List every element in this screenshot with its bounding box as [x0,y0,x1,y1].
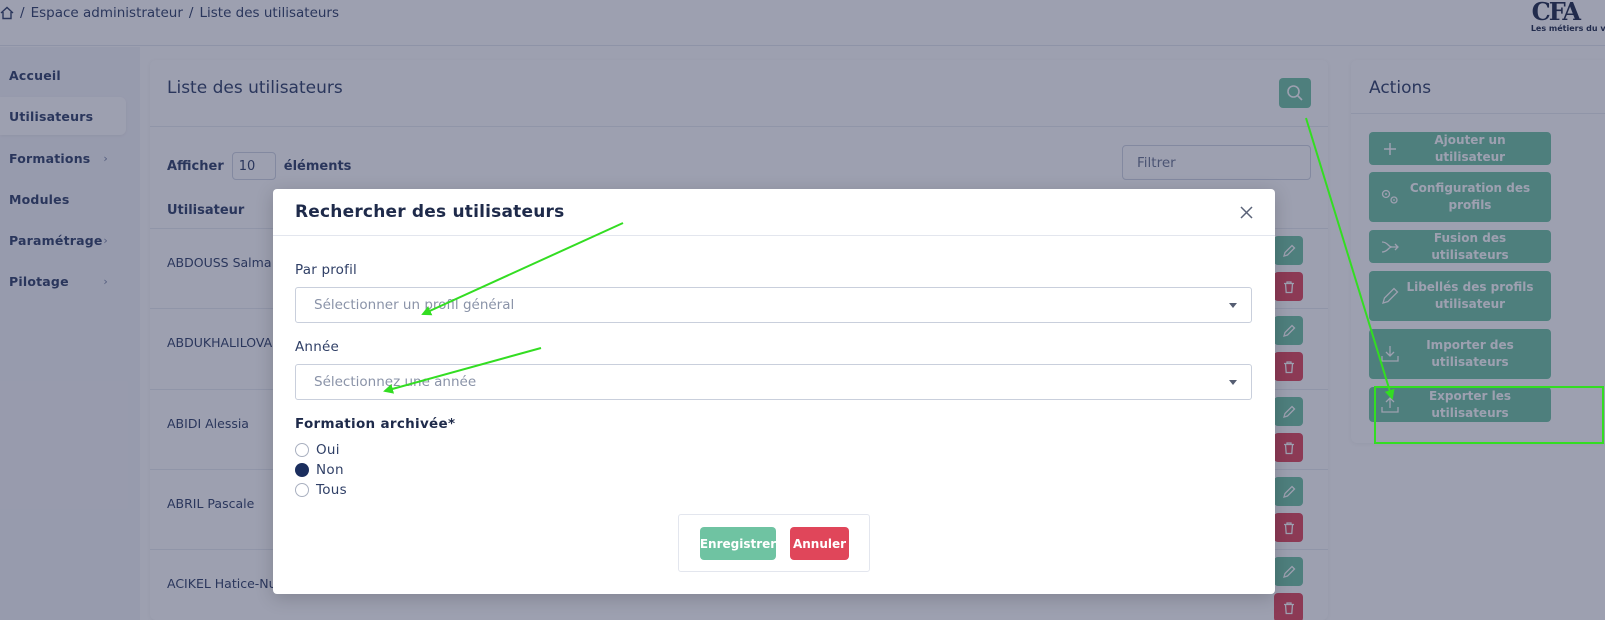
archived-training-label: Formation archivée* [295,416,456,432]
radio-button[interactable] [295,483,309,497]
radio-button[interactable] [295,443,309,457]
profile-label: Par profil [295,262,357,278]
search-users-modal: Rechercher des utilisateurs Par profil S… [273,189,1275,594]
radio-option-oui[interactable]: Oui [295,442,340,458]
profile-select-placeholder: Sélectionner un profil général [314,297,515,313]
radio-label: Tous [316,482,348,498]
year-label: Année [295,339,339,355]
year-select[interactable]: Sélectionnez une année [295,364,1252,400]
cancel-button[interactable]: Annuler [790,527,849,560]
caret-down-icon [1229,303,1237,308]
close-button[interactable] [1237,203,1255,221]
radio-button-checked[interactable] [295,463,309,477]
radio-option-non[interactable]: Non [295,462,344,478]
year-select-placeholder: Sélectionnez une année [314,374,477,390]
radio-label: Oui [316,442,340,458]
profile-select[interactable]: Sélectionner un profil général [295,287,1252,323]
save-button[interactable]: Enregistrer [700,527,776,560]
modal-title: Rechercher des utilisateurs [295,202,565,222]
modal-footer: Enregistrer Annuler [678,514,870,572]
radio-label: Non [316,462,344,478]
caret-down-icon [1229,380,1237,385]
divider [273,235,1275,236]
close-icon [1239,205,1253,219]
radio-option-tous[interactable]: Tous [295,482,347,498]
